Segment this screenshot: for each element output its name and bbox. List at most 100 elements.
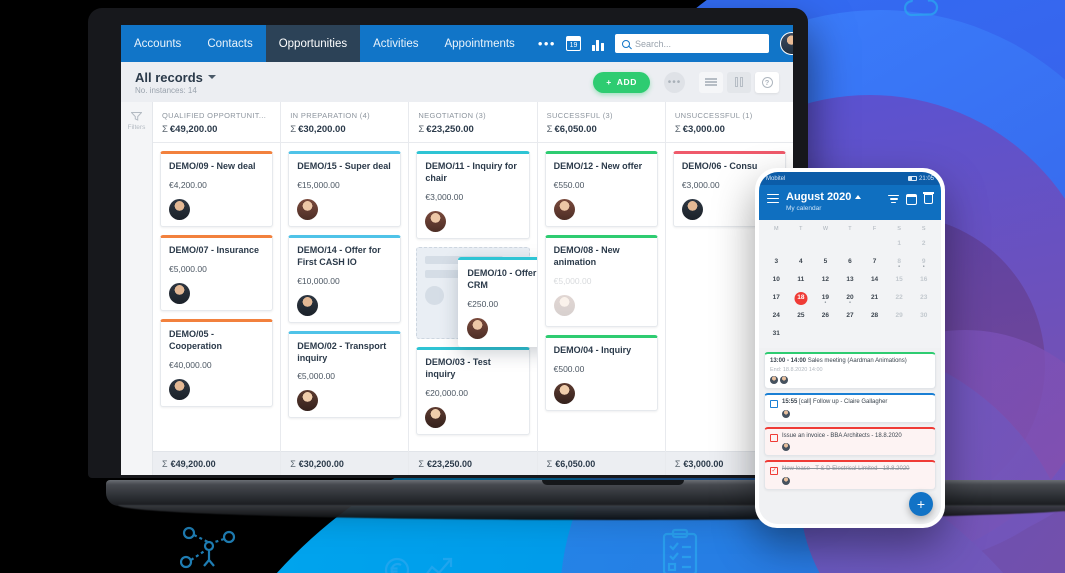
calendar-day[interactable]: 30 [911,307,936,325]
toolbar-more-button[interactable]: ••• [664,72,685,93]
calendar-icon[interactable] [906,194,917,205]
filters-rail[interactable]: Filters [121,102,153,475]
event-checkbox[interactable] [770,400,778,408]
hamburger-menu-icon[interactable] [767,191,779,206]
calendar-day[interactable]: 26 [813,307,838,325]
sigma-icon: Σ [290,459,296,469]
calendar-day[interactable]: 14 [862,271,887,289]
calendar-day [789,325,814,343]
sigma-icon: Σ [162,124,168,135]
calendar-day[interactable]: 20• [838,289,863,307]
calendar-day[interactable]: 5 [813,253,838,271]
kanban-view-button[interactable] [727,72,751,93]
calendar-day[interactable]: 3 [764,253,789,271]
chevron-down-icon[interactable] [208,75,216,79]
column-name: SUCCESSFUL (3) [547,111,656,120]
card-title: DEMO/12 - New offer [554,161,649,173]
nav-tab-contacts[interactable]: Contacts [194,25,265,62]
event-item[interactable]: 15:55 [call] Follow up - Claire Gallaghe… [764,393,936,423]
calendar-day[interactable]: 10 [764,271,789,289]
calendar-day-today[interactable]: 18 [789,289,814,307]
calendar-day[interactable]: 31 [764,325,789,343]
event-checkbox[interactable] [770,434,778,442]
column-sum-value: €3,000.00 [683,124,725,135]
calendar-day[interactable]: 6 [838,253,863,271]
calendar-day[interactable]: 28 [862,307,887,325]
calendar-day[interactable]: 2 [911,235,936,253]
calendar-day[interactable]: 29 [887,307,912,325]
card-avatar [554,295,575,316]
list-icon [705,77,717,88]
calendar-day[interactable]: 25 [789,307,814,325]
scene: Accounts Contacts Opportunities Activiti… [0,0,1065,573]
calendar-day[interactable]: 7 [862,253,887,271]
calendar-day[interactable]: 27 [838,307,863,325]
calendar-day[interactable]: 4 [789,253,814,271]
calendar-day[interactable]: 19• [813,289,838,307]
calendar-week-row: 31 [764,325,936,343]
chevron-up-icon[interactable] [855,195,861,199]
calendar-day [764,235,789,253]
calendar-weeks: 12345678•9•10111213141516171819•20•21222… [764,235,936,343]
opportunity-card[interactable]: DEMO/07 - Insurance €5,000.00 [160,235,273,311]
opportunity-card[interactable]: DEMO/09 - New deal €4,200.00 [160,151,273,227]
event-checkbox-checked[interactable]: ✓ [770,467,778,475]
card-amount: €10,000.00 [297,276,392,286]
calendar-day[interactable]: 11 [789,271,814,289]
event-item[interactable]: Issue an invoice - BBA Architects - 18.8… [764,427,936,457]
opportunity-card[interactable]: DEMO/14 - Offer for First CASH IO €10,00… [288,235,401,323]
reports-chart-icon[interactable] [592,37,604,51]
help-button[interactable]: ? [755,72,779,93]
calendar-day[interactable]: 15 [887,271,912,289]
calendar-day[interactable]: 24 [764,307,789,325]
calendar-day[interactable]: 23 [911,289,936,307]
filter-icon[interactable] [888,193,899,205]
network-nodes-icon [180,524,238,570]
question-mark-icon: ? [762,77,773,88]
calendar-day[interactable]: 9• [911,253,936,271]
calendar-day [838,325,863,343]
nav-tab-accounts[interactable]: Accounts [121,25,194,62]
card-amount: €5,000.00 [554,276,649,286]
calendar-day[interactable]: 22 [887,289,912,307]
card-avatar [554,383,575,404]
calendar-day[interactable]: 21 [862,289,887,307]
opportunity-card[interactable]: DEMO/08 - New animation €5,000.00 [545,235,658,327]
add-button[interactable]: + ADD [593,72,650,93]
event-text-block: New lease - T & D Electrical Limited - 1… [782,466,930,485]
calendar-day[interactable]: 12 [813,271,838,289]
dow-label: S [911,223,936,235]
add-event-fab[interactable]: + [909,492,933,516]
opportunity-card[interactable]: DEMO/11 - Inquiry for chair €3,000.00 [416,151,529,239]
column-sum-value: €49,200.00 [170,124,218,135]
search-input[interactable]: Search... [615,34,769,53]
nav-tab-appointments[interactable]: Appointments [431,25,527,62]
list-view-button[interactable] [699,72,723,93]
opportunity-card[interactable]: DEMO/03 - Test inquiry €20,000.00 [416,347,529,435]
calendar-day[interactable]: 17 [764,289,789,307]
calendar-day[interactable]: 8• [887,253,912,271]
nav-tab-activities[interactable]: Activities [360,25,431,62]
calendar-day[interactable]: 1 [887,235,912,253]
opportunity-card[interactable]: DEMO/12 - New offer €550.00 [545,151,658,227]
event-item[interactable]: ✓ New lease - T & D Electrical Limited -… [764,460,936,490]
opportunity-card[interactable]: DEMO/04 - Inquiry €500.00 [545,335,658,411]
event-item[interactable]: 13:00 - 14:00 Sales meeting (Aardman Ani… [764,352,936,389]
nav-tab-opportunities[interactable]: Opportunities [266,25,360,62]
trash-icon[interactable] [924,194,933,204]
opportunity-card[interactable]: DEMO/05 - Cooperation €40,000.00 [160,319,273,407]
phone-month-title[interactable]: August 2020 [786,191,861,203]
plus-icon: + [606,77,612,87]
dragged-opportunity-card[interactable]: DEMO/10 - Offer Intrix CRM €250.00 [458,257,536,347]
opportunity-card[interactable]: DEMO/02 - Transport inquiry €5,000.00 [288,331,401,419]
column-header: UNSUCCESSFUL (1) Σ€3,000.00 [666,102,793,143]
user-avatar[interactable] [780,32,793,55]
calendar-icon[interactable]: 19 [566,36,581,51]
records-selector[interactable]: All records No. instances: 14 [135,70,216,95]
calendar-day[interactable]: 16 [911,271,936,289]
calendar-week-row: 171819•20•212223 [764,289,936,307]
calendar-day[interactable]: 13 [838,271,863,289]
phone-app-header: August 2020 My calendar [759,185,941,220]
opportunity-card[interactable]: DEMO/15 - Super deal €15,000.00 [288,151,401,227]
nav-more-button[interactable]: ••• [528,25,566,62]
